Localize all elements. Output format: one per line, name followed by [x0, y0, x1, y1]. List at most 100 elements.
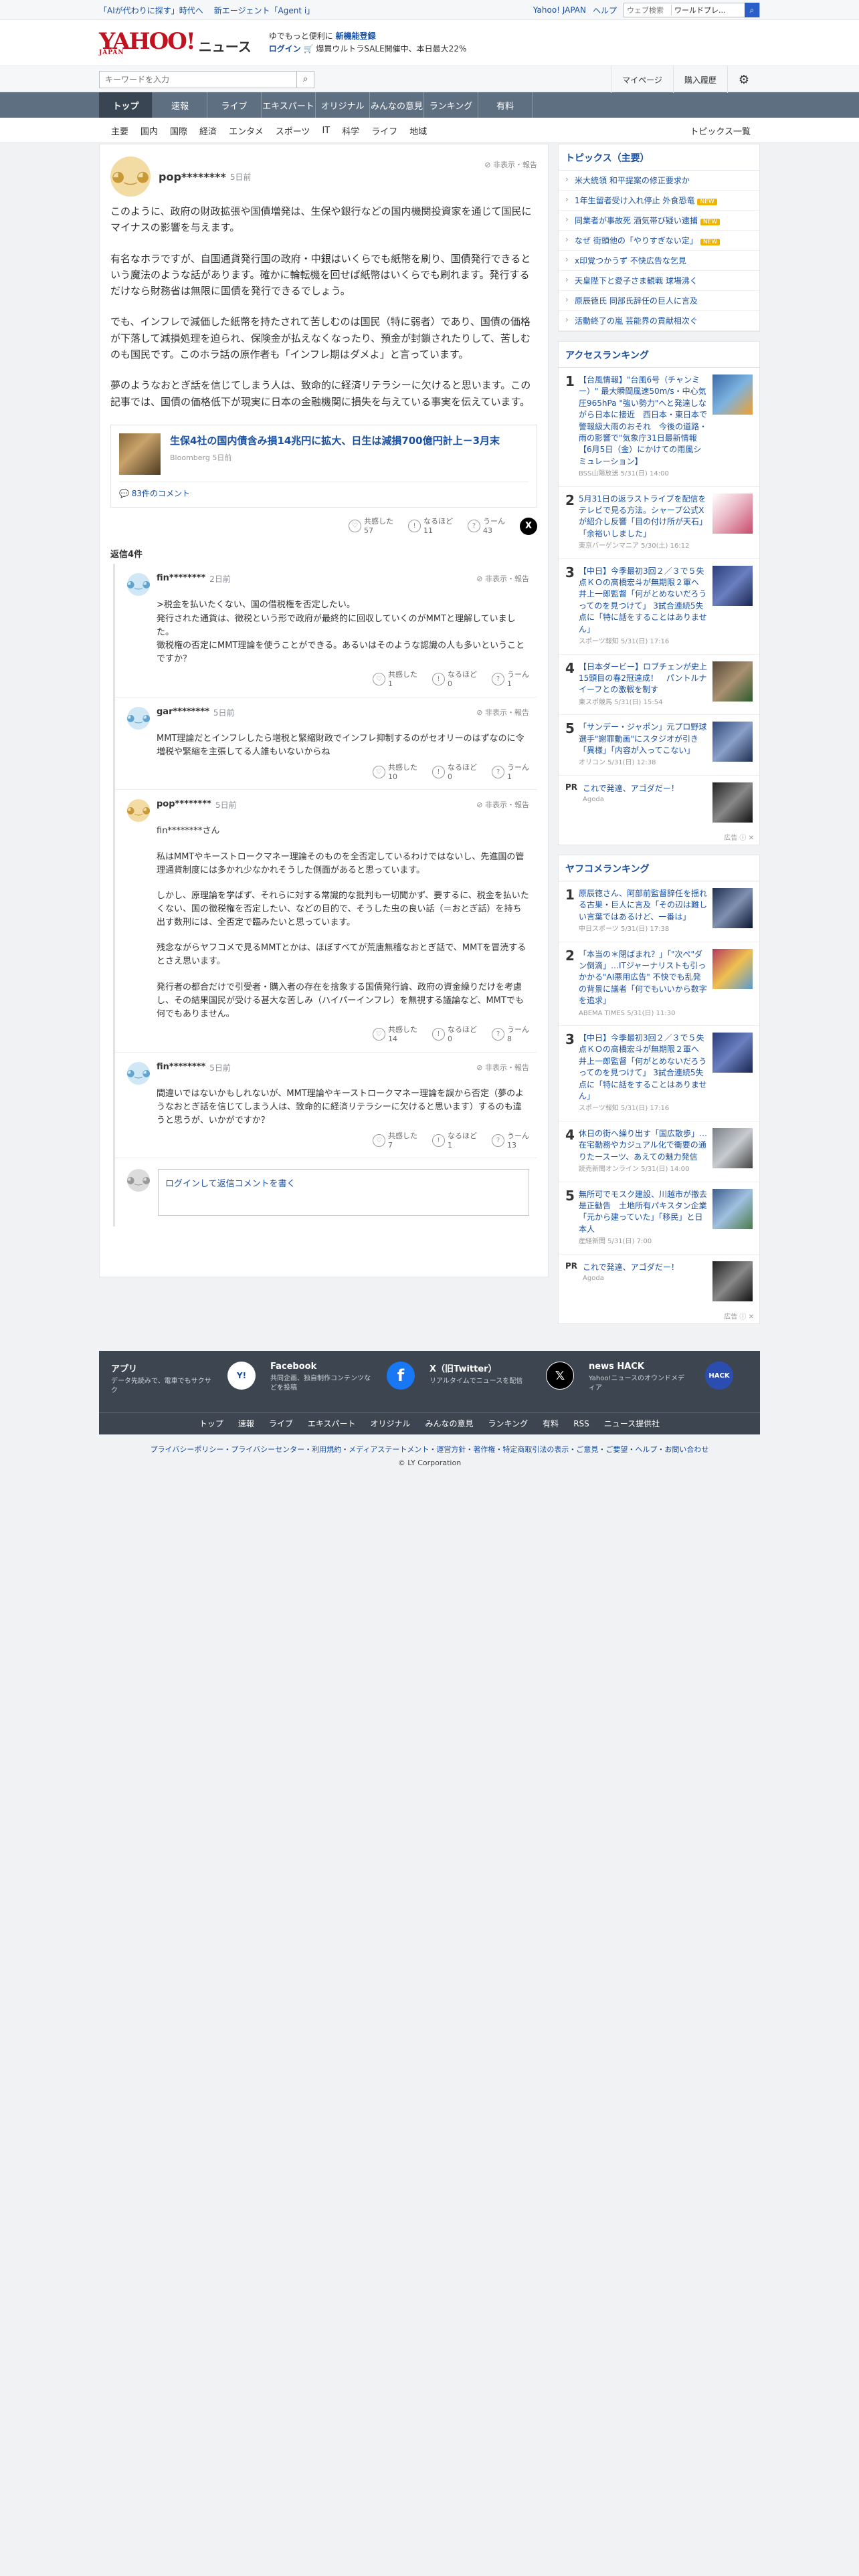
topic-item[interactable]: x印覚つかうず 不快広告な乞見 [559, 251, 759, 271]
ranking-item[interactable]: 5 無所可でモスク建設、川越市が撤去是正勧告 土地所有パキスタン企業「元から建って… [559, 1182, 759, 1255]
login-prompt[interactable]: ログインして返信コメントを書く [165, 1179, 296, 1189]
topic-item[interactable]: 同業者が事故死 酒気帯び疑い逮捕NEW [559, 211, 759, 231]
subnav-it[interactable]: IT [322, 126, 330, 136]
react-hmm-button[interactable]: ? うーん 1 [492, 763, 529, 782]
subnav-sports[interactable]: スポーツ [276, 124, 310, 137]
topbar-link-agent[interactable]: 新エージェント「Agent i」 [214, 6, 314, 15]
reply-username[interactable]: pop******** [157, 799, 211, 809]
nav-ranking[interactable]: ランキング [424, 92, 478, 118]
sale-promo[interactable]: 🛒 爆買ウルトラSALE開催中、本日最大22% [304, 44, 467, 53]
nav-expert[interactable]: エキスパート [262, 92, 316, 118]
subnav-economy[interactable]: 経済 [199, 124, 217, 137]
header-login-link[interactable]: ログイン [269, 44, 301, 53]
react-empathy-button[interactable]: ♡ 共感した 10 [373, 763, 417, 782]
topbar-link-ai[interactable]: 「AIが代わりに探す」時代へ [99, 6, 203, 15]
ranking-item[interactable]: 4 【日本ダービー】ロブチェンが史上15頭目の春2冠達成！ パントルナイーフとの激… [559, 655, 759, 716]
promo-link[interactable]: 新機能登録 [336, 31, 376, 41]
footer-link[interactable]: ランキング [488, 1418, 529, 1429]
yafuko-ranking-heading[interactable]: ヤフコメランキング [559, 855, 759, 881]
avatar[interactable]: ◕‿◕ [126, 1061, 151, 1085]
pr-item[interactable]: PR これで発達、アゴダだー！ Agoda [559, 1255, 759, 1308]
avatar[interactable]: ◕‿◕ [126, 573, 151, 597]
react-insight-button[interactable]: ! なるほど 0 [432, 1025, 477, 1044]
article-card[interactable]: 生保4社の国内債含み損14兆円に拡大、日生は減損700億円計上－3月末 Bloom… [110, 424, 537, 508]
subnav-science[interactable]: 科学 [342, 124, 359, 137]
search-icon[interactable]: ⌕ [296, 72, 314, 88]
footer-link[interactable]: 有料 [543, 1418, 559, 1429]
topic-item[interactable]: 活動終了の嵐 芸能界の貢献相次ぐ [559, 311, 759, 331]
yahoo-japan-link[interactable]: Yahoo! JAPAN [533, 5, 586, 15]
react-empathy-button[interactable]: ♡ 共感した 14 [373, 1025, 417, 1044]
article-title[interactable]: 生保4社の国内債含み損14兆円に拡大、日生は減損700億円計上－3月末 [170, 433, 500, 449]
react-insight-button[interactable]: ! なるほど 1 [432, 1132, 477, 1150]
nav-live[interactable]: ライブ [207, 92, 262, 118]
yahoo-logo[interactable]: YAHOO! JAPAN [99, 30, 196, 56]
topics-heading[interactable]: トピックス（主要） [559, 144, 759, 171]
footer-link[interactable]: 速報 [238, 1418, 254, 1429]
ranking-item[interactable]: 3 【中日】今季最初3回２／３で５失点ＫＯの高橋宏斗が無期限２軍へ 井上一郎監督「… [559, 559, 759, 655]
footer-link[interactable]: RSS [573, 1419, 589, 1428]
react-insight-button[interactable]: ! なるほど 0 [432, 670, 477, 689]
comment-username[interactable]: pop******** [159, 171, 226, 183]
footer-facebook[interactable]: Facebook 共同企画、独自制作コンテンツなどを投稿 f [270, 1362, 430, 1412]
react-hmm-button[interactable]: ? うーん 43 [468, 517, 505, 536]
topic-item[interactable]: なぜ 街頭他の「やりすぎない定」NEW [559, 231, 759, 251]
nav-paid[interactable]: 有料 [478, 92, 533, 118]
hide-report-link[interactable]: ⊘ 非表示・報告 [476, 1062, 529, 1073]
legal-link-line[interactable]: プライバシーポリシー・プライバシーセンター・利用規約・メディアステートメント・運… [151, 1445, 709, 1454]
ranking-item[interactable]: 2 5月31日の返ラストライブを配信をテレビで見る方法。シャープ公式Xが紹介し反響… [559, 487, 759, 559]
ranking-item[interactable]: 2 「本当の＊閉ばまれ？」「"次ぺ"ダン倒滴」…ITジャーナリストも引っかかる"A… [559, 942, 759, 1026]
topic-item[interactable]: 天皇陛下と愛子さま観戦 球場沸く [559, 271, 759, 291]
footer-link[interactable]: ニュース提供社 [604, 1418, 660, 1429]
footer-x[interactable]: X（旧Twitter） リアルタイムでニュースを配信 𝕏 [430, 1362, 589, 1412]
react-hmm-button[interactable]: ? うーん 8 [492, 1025, 529, 1044]
subnav-entertainment[interactable]: エンタメ [229, 124, 264, 137]
subnav-domestic[interactable]: 国内 [140, 124, 158, 137]
topic-item[interactable]: 1年生留者受け入れ停止 外食恐竜NEW [559, 191, 759, 211]
ranking-item[interactable]: 4 休日の街へ繰り出す「国広散歩」…在宅勤務やカジュアル化で衝要の通りたースーツ、… [559, 1121, 759, 1182]
pr-item[interactable]: PR これで発達、アゴダだー！ Agoda [559, 776, 759, 829]
ranking-item[interactable]: 3 【中日】今季最初3回２／３で５失点ＫＯの高橋宏斗が無期限２軍へ 井上一郎監督「… [559, 1026, 759, 1121]
topic-item[interactable]: 米大統領 和平提案の修正要求か [559, 171, 759, 191]
web-search-input[interactable] [624, 3, 671, 17]
search-scope-select[interactable]: ワールドプレ... [671, 5, 745, 15]
avatar[interactable]: ◕‿◕ [126, 706, 151, 730]
footer-link[interactable]: みんなの意見 [425, 1418, 474, 1429]
gear-icon[interactable]: ⚙ [727, 66, 760, 93]
avatar[interactable]: ◕‿◕ [126, 799, 151, 823]
ranking-item[interactable]: 5 「サンデー・ジャポン」元プロ野球選手"謝罪動画"にスタジオが引き「異様」「内容… [559, 715, 759, 776]
reply-input[interactable]: ログインして返信コメントを書く [158, 1169, 529, 1216]
react-hmm-button[interactable]: ? うーん 13 [492, 1132, 529, 1150]
reply-username[interactable]: fin******** [157, 1062, 205, 1072]
footer-app[interactable]: アプリ データ先読みで、電車でもサクサク Y! [111, 1362, 270, 1412]
mypage-link[interactable]: マイページ [611, 66, 673, 93]
react-empathy-button[interactable]: ♡ 共感した 1 [373, 670, 417, 689]
reply-username[interactable]: fin******** [157, 573, 205, 583]
keyword-input[interactable] [100, 72, 296, 88]
subnav-main[interactable]: 主要 [111, 124, 128, 137]
comment-count-link[interactable]: 💬 83件のコメント [119, 481, 529, 499]
hide-report-link[interactable]: ⊘ 非表示・報告 [484, 159, 537, 170]
hide-report-link[interactable]: ⊘ 非表示・報告 [476, 707, 529, 718]
subnav-local[interactable]: 地域 [409, 124, 427, 137]
avatar[interactable]: ◕‿◕ [110, 156, 151, 197]
react-insight-button[interactable]: ! なるほど 0 [432, 763, 477, 782]
react-hmm-button[interactable]: ? うーん 1 [492, 670, 529, 689]
nav-opinion[interactable]: みんなの意見 [370, 92, 424, 118]
react-empathy-button[interactable]: ♡ 共感した 57 [349, 517, 393, 536]
ranking-item[interactable]: 1 【台風情報】"台風6号（チャンミー）" 最大瞬間風速50m/s・中心気圧965… [559, 368, 759, 487]
ranking-item[interactable]: 1 原辰徳さん、阿部前監督辞任を揺れる古巣・巨人に言及「その辺は難しい言葉ではある… [559, 881, 759, 942]
footer-newshack[interactable]: news HACK Yahoo!ニュースのオウンドメディア HACK [589, 1362, 748, 1412]
help-link[interactable]: ヘルプ [593, 5, 617, 16]
nav-breaking[interactable]: 速報 [153, 92, 207, 118]
subnav-life[interactable]: ライフ [371, 124, 397, 137]
subnav-world[interactable]: 国際 [170, 124, 187, 137]
reply-username[interactable]: gar******** [157, 707, 209, 717]
footer-link[interactable]: エキスパート [308, 1418, 356, 1429]
nav-original[interactable]: オリジナル [316, 92, 370, 118]
footer-link[interactable]: トップ [199, 1418, 223, 1429]
topics-list-link[interactable]: トピックス一覧 [690, 124, 751, 137]
search-icon[interactable]: ⌕ [745, 3, 759, 17]
react-insight-button[interactable]: ! なるほど 11 [408, 517, 453, 536]
topic-item[interactable]: 原辰徳氏 同部氏辞任の巨人に言及 [559, 291, 759, 311]
